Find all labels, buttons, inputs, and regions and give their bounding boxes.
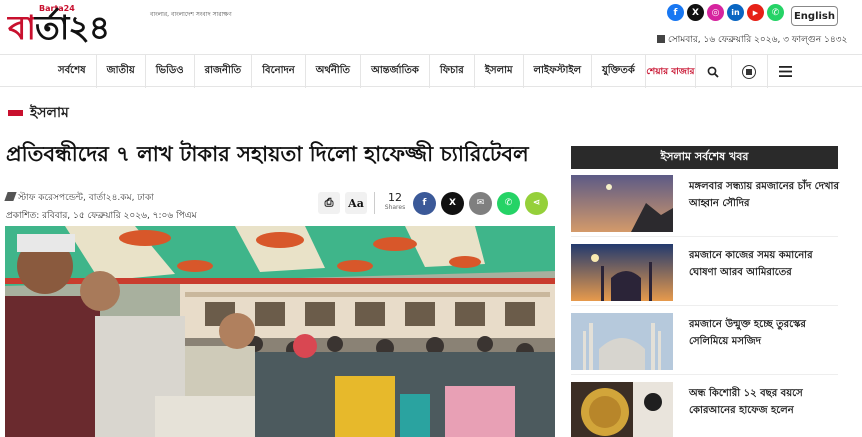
nav-item-share-market[interactable]: শেয়ার বাজার: [644, 55, 695, 88]
article-headline: প্রতিবন্ধীদের ৭ লাখ টাকার সহায়তা দিলো হ…: [6, 142, 529, 166]
nav-item-video[interactable]: ভিডিও: [144, 55, 194, 88]
sidebar-item[interactable]: রমজানে উন্মুক্ত হচ্ছে তুরস্কের সেলিমিয়ে…: [571, 313, 838, 375]
share-toolbar: ⎙ Aa 12 Shares f X ✉ ✆ ⋖: [318, 190, 548, 216]
sharethis-icon[interactable]: ⋖: [525, 191, 548, 215]
calendar-icon: [657, 35, 665, 43]
nav-item-feature[interactable]: ফিচার: [428, 55, 474, 88]
site-logo[interactable]: Barta24 বার্তা২৪: [8, 3, 136, 47]
article-published: প্রকাশিত: রবিবার, ১৫ ফেব্রুয়ারি ২০২৬, ৭…: [6, 211, 197, 221]
nav-item-politics[interactable]: রাজনীতি: [193, 55, 252, 88]
sidebar-item-title[interactable]: মঙ্গলবার সন্ধ্যায় রমজানের চাঁদ দেখার আহ…: [689, 178, 839, 212]
nav-item-opinion[interactable]: যুক্তিতর্ক: [591, 55, 645, 88]
email-share-icon[interactable]: ✉: [469, 191, 492, 215]
english-button[interactable]: English: [791, 6, 838, 26]
sidebar-item[interactable]: অন্ধ কিশোরী ১২ বছর বয়সে কোরআনের হাফেজ হ…: [571, 382, 838, 437]
site-header: Barta24 বার্তা২৪ বাংলার, বাংলাদেশ সংবাদ …: [0, 0, 862, 54]
sidebar-heading: ইসলাম সর্বশেষ খবর: [571, 146, 838, 169]
sidebar-item[interactable]: রমজানে কাজের সময় কমানোর ঘোষণা আরব আমিরা…: [571, 244, 838, 306]
sidebar-item-title[interactable]: রমজানে কাজের সময় কমানোর ঘোষণা আরব আমিরা…: [689, 247, 839, 281]
sidebar-item-title[interactable]: রমজানে উন্মুক্ত হচ্ছে তুরস্কের সেলিমিয়ে…: [689, 316, 839, 350]
site-slogan: বাংলার, বাংলাদেশ সংবাদ সারাক্ষণ: [150, 11, 232, 18]
sidebar-thumbnail[interactable]: [571, 175, 673, 232]
facebook-share-icon[interactable]: f: [413, 191, 436, 215]
page: Barta24 বার্তা২৪ বাংলার, বাংলাদেশ সংবাদ …: [0, 0, 862, 437]
nav-item-international[interactable]: আন্তর্জাতিক: [360, 55, 429, 88]
linkedin-icon[interactable]: in: [727, 4, 744, 21]
whatsapp-icon[interactable]: ✆: [767, 4, 784, 21]
font-size-icon[interactable]: Aa: [345, 192, 367, 214]
sidebar-thumbnail[interactable]: [571, 382, 673, 437]
article-photo: [5, 226, 555, 437]
sidebar-thumbnail[interactable]: [571, 313, 673, 370]
epaper-icon[interactable]: [730, 55, 767, 88]
nav-item-latest[interactable]: সর্বশেষ: [48, 55, 96, 88]
article-byline: স্টাফ করেসপন্ডেন্ট, বার্তা২৪.কম, ঢাকা: [4, 190, 154, 205]
whatsapp-share-icon[interactable]: ✆: [497, 191, 520, 215]
instagram-icon[interactable]: ◎: [707, 4, 724, 21]
share-count: 12 Shares: [384, 191, 406, 211]
youtube-icon[interactable]: ▶: [747, 4, 764, 21]
nav-item-entertainment[interactable]: বিনোদন: [251, 55, 305, 88]
search-icon[interactable]: [694, 55, 731, 88]
print-icon[interactable]: ⎙: [318, 192, 340, 214]
nav-item-national[interactable]: জাতীয়: [95, 55, 145, 88]
date-line: সোমবার, ১৬ ফেব্রুয়ারি ২০২৬, ৩ ফাল্গুন ১…: [657, 32, 847, 47]
nav-item-islam[interactable]: ইসলাম: [473, 55, 523, 88]
section-marker: [8, 110, 23, 116]
logo-wordmark: বার্তা২৪: [8, 8, 110, 47]
section-tag[interactable]: ইসলাম: [8, 101, 69, 125]
pen-icon: [4, 192, 17, 201]
main-nav: সর্বশেষ জাতীয় ভিডিও রাজনীতি বিনোদন অর্থ…: [0, 54, 862, 88]
x-icon[interactable]: X: [687, 4, 704, 21]
nav-item-economy[interactable]: অর্থনীতি: [304, 55, 360, 88]
sidebar-item-title[interactable]: অন্ধ কিশোরী ১২ বছর বয়সে কোরআনের হাফেজ হ…: [689, 385, 839, 419]
nav-item-lifestyle[interactable]: লাইফস্টাইল: [522, 55, 592, 88]
share-divider: [374, 192, 375, 214]
hamburger-menu-icon[interactable]: [766, 55, 803, 88]
section-label: ইসলাম: [30, 105, 69, 121]
x-share-icon[interactable]: X: [441, 191, 464, 215]
sidebar-item[interactable]: মঙ্গলবার সন্ধ্যায় রমজানের চাঁদ দেখার আহ…: [571, 175, 839, 237]
sidebar-thumbnail[interactable]: [571, 244, 673, 301]
facebook-icon[interactable]: f: [667, 4, 684, 21]
sidebar-list: মঙ্গলবার সন্ধ্যায় রমজানের চাঁদ দেখার আহ…: [571, 175, 839, 437]
social-links: f X ◎ in ▶ ✆: [667, 4, 784, 21]
